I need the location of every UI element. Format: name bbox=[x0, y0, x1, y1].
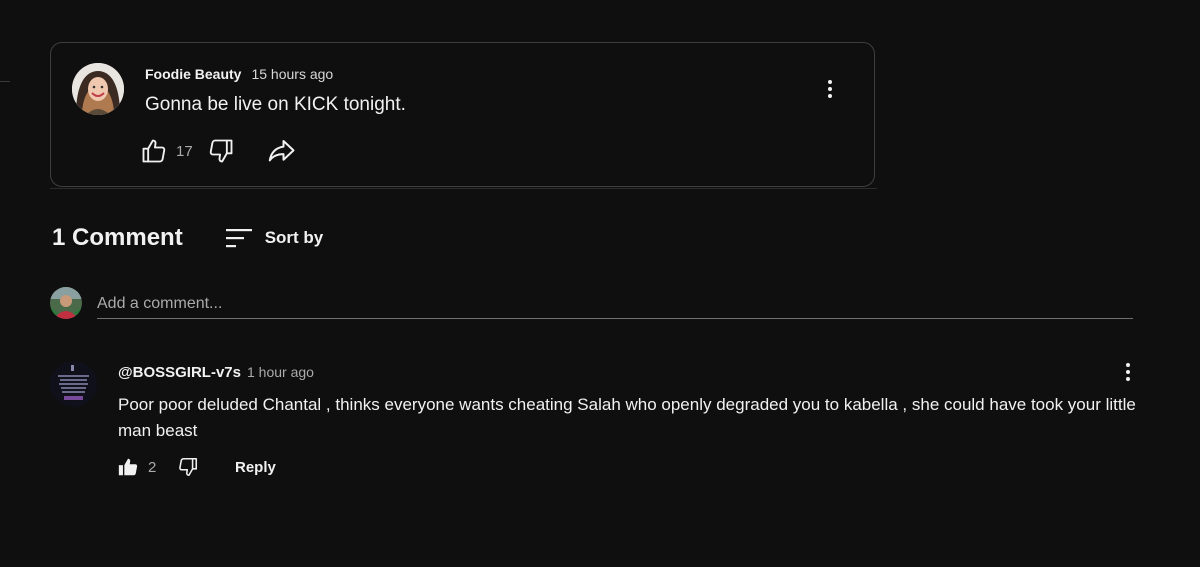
post-action-bar: 17 bbox=[139, 136, 296, 166]
reply-button[interactable]: Reply bbox=[235, 459, 276, 476]
comments-page: Foodie Beauty 15 hours ago Gonna be live… bbox=[0, 0, 1200, 567]
comment-timestamp[interactable]: 1 hour ago bbox=[247, 364, 314, 380]
divider bbox=[50, 188, 877, 189]
add-comment-input[interactable] bbox=[97, 290, 1133, 319]
comment-text: Poor poor deluded Chantal , thinks every… bbox=[118, 395, 1136, 440]
comment-like-count: 2 bbox=[148, 458, 157, 476]
community-post-card: Foodie Beauty 15 hours ago Gonna be live… bbox=[50, 42, 875, 187]
current-user-avatar[interactable] bbox=[50, 287, 82, 319]
comment-meta: @BOSSGIRL-v7s 1 hour ago bbox=[118, 364, 314, 381]
post-timestamp[interactable]: 15 hours ago bbox=[251, 66, 333, 82]
more-vertical-icon[interactable] bbox=[820, 75, 840, 103]
thumbs-up-icon[interactable] bbox=[139, 136, 169, 166]
thumbs-down-icon[interactable] bbox=[176, 455, 200, 479]
post-text: Gonna be live on KICK tonight. bbox=[145, 94, 406, 115]
sort-by-button[interactable]: Sort by bbox=[225, 226, 324, 250]
comments-header: 1 Comment Sort by bbox=[52, 224, 323, 252]
post-author-avatar[interactable] bbox=[72, 63, 124, 115]
thumbs-up-filled-icon[interactable] bbox=[116, 455, 140, 479]
share-icon[interactable] bbox=[266, 136, 296, 166]
comment-count: 1 Comment bbox=[52, 224, 183, 251]
comment-action-bar: 2 Reply bbox=[116, 455, 276, 479]
sort-icon bbox=[225, 226, 253, 250]
sort-by-label: Sort by bbox=[264, 228, 324, 247]
post-author-name[interactable]: Foodie Beauty bbox=[145, 66, 241, 82]
divider bbox=[0, 81, 10, 82]
post-meta: Foodie Beauty 15 hours ago bbox=[145, 66, 333, 82]
comment-author-name[interactable]: @BOSSGIRL-v7s bbox=[118, 364, 241, 381]
more-vertical-icon[interactable] bbox=[1118, 358, 1138, 386]
comment-author-avatar[interactable] bbox=[50, 361, 97, 407]
post-like-count: 17 bbox=[176, 142, 193, 160]
thumbs-down-icon[interactable] bbox=[206, 136, 236, 166]
